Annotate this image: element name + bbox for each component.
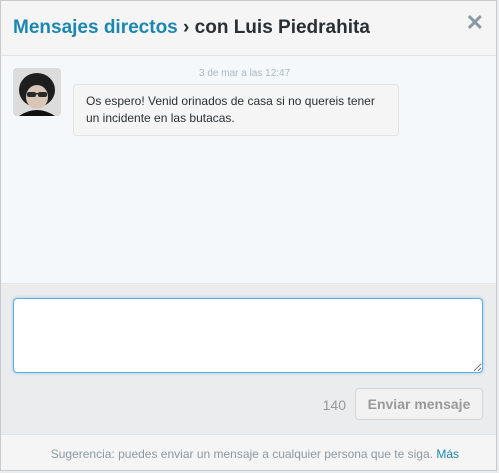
close-icon[interactable]: ✕: [466, 12, 484, 34]
direct-messages-dialog: Mensajes directos › con Luis Piedrahita …: [0, 0, 497, 471]
direct-messages-link[interactable]: Mensajes directos: [13, 17, 178, 38]
message-input[interactable]: [13, 298, 483, 373]
message-timestamp: 3 de mar a las 12:47: [199, 68, 291, 79]
user-photo-icon: [13, 68, 61, 116]
title-separator: ›: [183, 17, 190, 38]
char-counter: 140: [322, 397, 346, 413]
dialog-title: Mensajes directos › con Luis Piedrahita: [13, 17, 370, 39]
message-bubble: Os espero! Venid orinados de casa si no …: [73, 84, 399, 136]
send-message-button[interactable]: Enviar mensaje: [355, 388, 483, 420]
conversation-pane[interactable]: 3 de mar a las 12:47 Os espero! Venid or…: [1, 56, 496, 284]
dialog-header: Mensajes directos › con Luis Piedrahita …: [1, 1, 496, 56]
avatar[interactable]: [13, 68, 61, 116]
suggestion-label: Sugerencia: puedes enviar un mensaje a c…: [50, 447, 433, 461]
message-composer: 140 Enviar mensaje: [1, 284, 496, 434]
more-link[interactable]: Más: [436, 447, 459, 461]
dialog-footer: Sugerencia: puedes enviar un mensaje a c…: [1, 434, 496, 470]
suggestion-text: Sugerencia: puedes enviar un mensaje a c…: [51, 447, 459, 461]
conversation-partner: con Luis Piedrahita: [194, 17, 370, 38]
